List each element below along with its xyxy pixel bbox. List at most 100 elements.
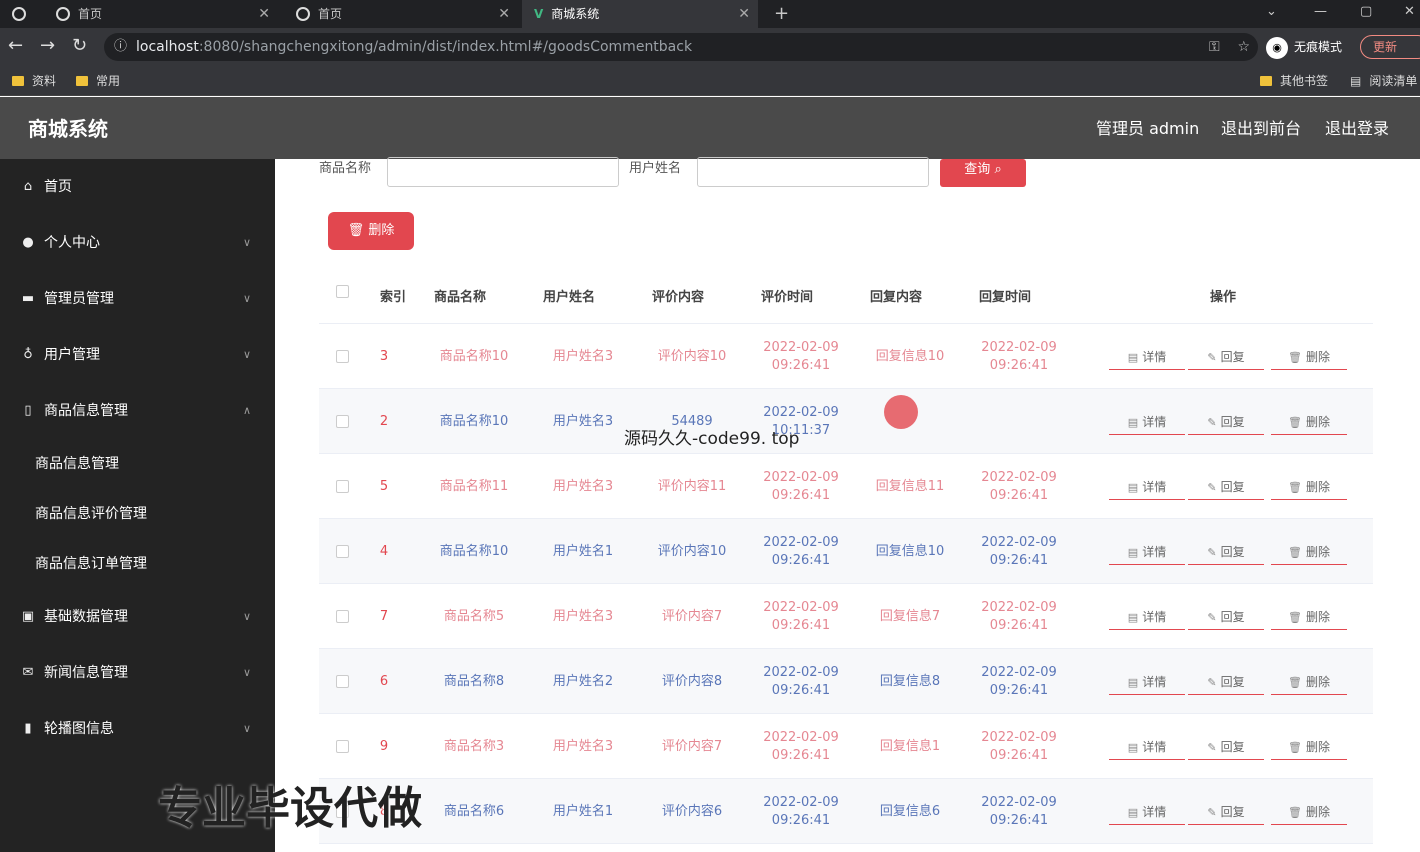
incognito-icon: ◉ — [1266, 36, 1288, 59]
trash-icon: 🗑︎ — [347, 223, 365, 238]
sidebar-item-admin[interactable]: ▬ 管理员管理 ∨ — [0, 273, 275, 325]
col-reply-time[interactable]: 回复时间 — [979, 262, 1031, 324]
delete-button[interactable]: 🗑︎ 删除 — [1271, 799, 1347, 825]
reply-button[interactable]: ✎ 回复 — [1188, 799, 1264, 825]
delete-button[interactable]: 🗑︎ 删除 — [1271, 734, 1347, 760]
detail-button[interactable]: ▤ 详情 — [1109, 604, 1185, 630]
delete-button[interactable]: 🗑︎ 删除 — [1271, 539, 1347, 565]
sidebar-subitem-goods-comment[interactable]: 商品信息评价管理 — [0, 490, 275, 538]
sidebar-item-news[interactable]: ✉ 新闻信息管理 ∨ — [0, 647, 275, 699]
detail-button[interactable]: ▤ 详情 — [1109, 669, 1185, 695]
reply-button[interactable]: ✎ 回复 — [1188, 734, 1264, 760]
select-all-checkbox[interactable] — [336, 285, 349, 298]
delete-button[interactable]: 🗑︎ 删除 — [1271, 474, 1347, 500]
browser-tab-active[interactable]: V 商城系统 ✕ — [522, 0, 758, 28]
search-icon: ⌕ — [994, 162, 1002, 177]
update-button[interactable]: 更新 — [1360, 35, 1420, 59]
cell-reply: 回复信息1 — [879, 738, 941, 754]
maximize-icon[interactable]: ▢ — [1360, 0, 1372, 24]
detail-button[interactable]: ▤ 详情 — [1109, 409, 1185, 435]
cell-idx: 3 — [379, 348, 389, 364]
home-icon: ⌂ — [23, 179, 33, 194]
close-tab-icon[interactable]: ✕ — [738, 0, 750, 28]
bookmark-folder-common[interactable]: 常用 — [76, 66, 120, 96]
tab-search-icon[interactable]: ⌄ — [1266, 0, 1277, 24]
delete-button[interactable]: 🗑︎ 删除 — [1271, 344, 1347, 370]
exit-to-front-link[interactable]: 退出到前台 — [1221, 97, 1301, 161]
row-checkbox[interactable] — [336, 675, 349, 688]
col-comment-time[interactable]: 评价时间 — [761, 262, 813, 324]
minimize-icon[interactable]: — — [1314, 0, 1327, 24]
goods-name-input[interactable] — [387, 157, 619, 187]
sidebar-item-basic-data[interactable]: ▣ 基础数据管理 ∨ — [0, 591, 275, 643]
cell-reply-time: 2022-02-09 09:26:41 — [981, 729, 1057, 763]
bookmark-folder-other[interactable]: 其他书签 — [1260, 66, 1328, 96]
bookmark-folder-docs[interactable]: 资料 — [12, 66, 56, 96]
reply-button[interactable]: ✎ 回复 — [1188, 344, 1264, 370]
globe-icon — [296, 7, 310, 21]
row-checkbox[interactable] — [336, 350, 349, 363]
chevron-down-icon: ∨ — [243, 348, 252, 361]
info-icon: ⓘ — [114, 39, 128, 54]
browser-tab-home-1[interactable]: 首页 ✕ — [44, 0, 278, 28]
browser-tab-strip: 首页 ✕ 首页 ✕ V 商城系统 ✕ + ⌄ — ▢ ✕ — [0, 0, 1420, 28]
incognito-profile[interactable]: ◉ 无痕模式 — [1266, 34, 1342, 60]
bar-chart-icon: ▮ — [24, 721, 32, 736]
sidebar-item-goods[interactable]: ▯ 商品信息管理 ∧ — [0, 385, 275, 437]
reply-button[interactable]: ✎ 回复 — [1188, 474, 1264, 500]
row-checkbox[interactable] — [336, 740, 349, 753]
close-window-icon[interactable]: ✕ — [1404, 0, 1415, 24]
row-checkbox[interactable] — [336, 545, 349, 558]
batch-delete-button[interactable]: 🗑︎ 删除 — [328, 212, 414, 250]
sidebar-item-home[interactable]: ⌂ 首页 — [0, 161, 275, 213]
edit-icon: ✎ — [1207, 741, 1217, 754]
bookmark-star-icon[interactable]: ⚿ ☆ — [1209, 33, 1250, 61]
user-icon: ● — [22, 235, 34, 250]
cell-time: 2022-02-09 09:26:41 — [763, 599, 839, 633]
sidebar-item-profile[interactable]: ● 个人中心 ∨ — [0, 217, 275, 269]
table-row: 5 商品名称11 用户姓名3 评价内容11 2022-02-09 09:26:41 回复信… — [319, 454, 1373, 519]
back-icon[interactable]: ← — [8, 36, 23, 56]
close-tab-icon[interactable]: ✕ — [498, 0, 510, 28]
delete-button[interactable]: 🗑︎ 删除 — [1271, 604, 1347, 630]
row-checkbox[interactable] — [336, 415, 349, 428]
forward-icon[interactable]: → — [40, 36, 55, 56]
col-goods-name[interactable]: 商品名称 — [434, 262, 486, 324]
detail-button[interactable]: ▤ 详情 — [1109, 344, 1185, 370]
new-tab-icon[interactable]: + — [766, 0, 796, 28]
reply-button[interactable]: ✎ 回复 — [1188, 409, 1264, 435]
address-bar[interactable]: ⓘ localhost:8080/shangchengxitong/admin/… — [104, 33, 1258, 61]
trash-icon: 🗑︎ — [1288, 806, 1302, 819]
sidebar-subitem-goods-order[interactable]: 商品信息订单管理 — [0, 540, 275, 588]
col-index[interactable]: 索引 — [380, 262, 406, 324]
browser-tab-pinned[interactable] — [0, 0, 40, 28]
reading-list[interactable]: ▤ 阅读清单 — [1350, 66, 1417, 96]
sidebar-item-carousel[interactable]: ▮ 轮播图信息 ∨ — [0, 703, 275, 755]
col-comment[interactable]: 评价内容 — [652, 262, 704, 324]
row-checkbox[interactable] — [336, 480, 349, 493]
cell-user: 用户姓名3 — [552, 738, 614, 754]
sidebar-subitem-goods-info[interactable]: 商品信息管理 — [0, 440, 275, 488]
detail-button[interactable]: ▤ 详情 — [1109, 799, 1185, 825]
logout-link[interactable]: 退出登录 — [1325, 97, 1389, 161]
reply-button[interactable]: ✎ 回复 — [1188, 539, 1264, 565]
cell-goods: 商品名称3 — [443, 738, 505, 754]
cell-time: 2022-02-09 09:26:41 — [763, 339, 839, 373]
col-reply[interactable]: 回复内容 — [870, 262, 922, 324]
row-checkbox[interactable] — [336, 610, 349, 623]
detail-button[interactable]: ▤ 详情 — [1109, 474, 1185, 500]
col-user-name[interactable]: 用户姓名 — [543, 262, 595, 324]
reply-button[interactable]: ✎ 回复 — [1188, 604, 1264, 630]
detail-button[interactable]: ▤ 详情 — [1109, 734, 1185, 760]
close-tab-icon[interactable]: ✕ — [258, 0, 270, 28]
reload-icon[interactable]: ↻ — [72, 36, 87, 56]
sidebar-item-users[interactable]: ♁ 用户管理 ∨ — [0, 329, 275, 381]
cell-reply-time: 2022-02-09 09:26:41 — [981, 469, 1057, 503]
query-button[interactable]: 查询 ⌕ — [940, 159, 1026, 187]
user-name-input[interactable] — [697, 157, 929, 187]
browser-tab-home-2[interactable]: 首页 ✕ — [284, 0, 518, 28]
delete-button[interactable]: 🗑︎ 删除 — [1271, 669, 1347, 695]
delete-button[interactable]: 🗑︎ 删除 — [1271, 409, 1347, 435]
reply-button[interactable]: ✎ 回复 — [1188, 669, 1264, 695]
detail-button[interactable]: ▤ 详情 — [1109, 539, 1185, 565]
